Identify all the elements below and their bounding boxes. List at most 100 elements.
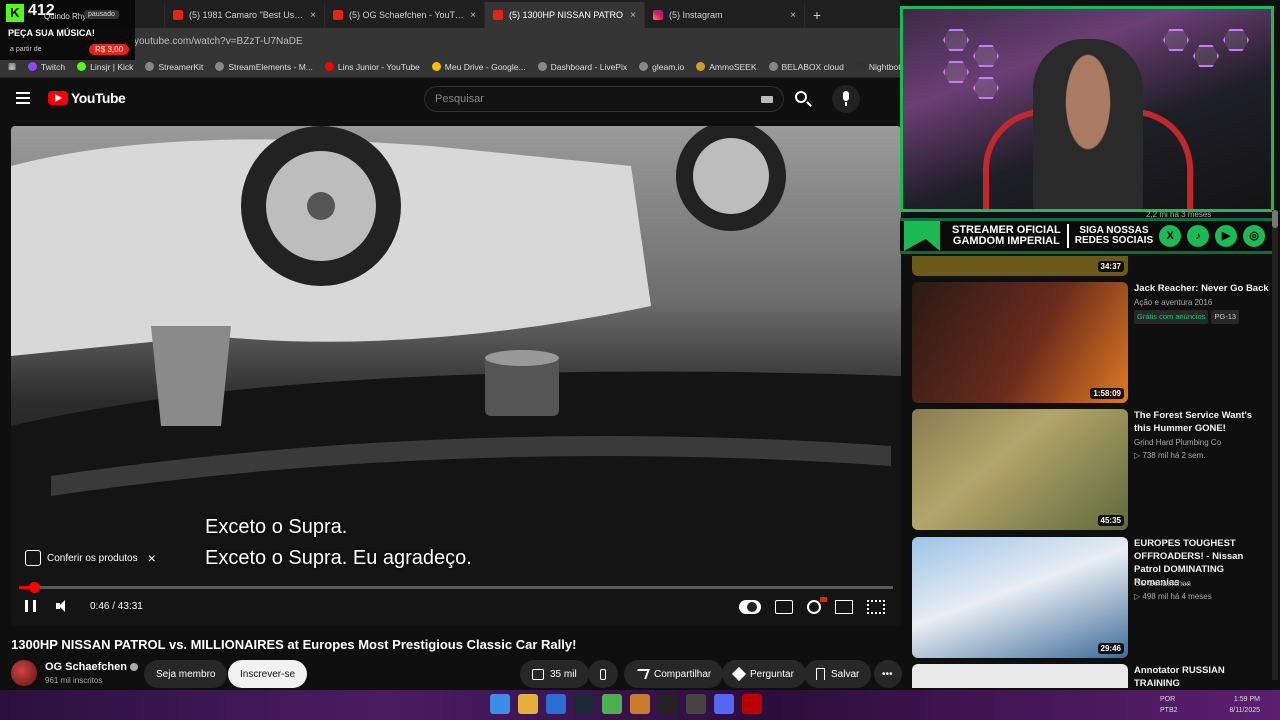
bookmark-streamelements[interactable]: StreamElements - M...: [215, 62, 313, 72]
terminal-icon[interactable]: [658, 694, 678, 714]
voice-search-button[interactable]: [832, 85, 860, 113]
obs-icon[interactable]: [686, 694, 706, 714]
hex-light: [1193, 45, 1219, 67]
new-tab-button[interactable]: +: [805, 2, 829, 28]
bookmark-belabox[interactable]: BELABOX cloud: [768, 62, 844, 72]
scrollbar[interactable]: [1272, 210, 1278, 680]
youtube-social-icon: ▶: [1215, 225, 1238, 247]
dislike-button[interactable]: [588, 660, 618, 688]
channel-name[interactable]: OG Schaefchen: [45, 661, 138, 673]
save-button[interactable]: Salvar: [804, 660, 872, 688]
tab-camaro[interactable]: (5) 1981 Camaro "Best Used Fo ×: [165, 2, 325, 28]
steam-icon[interactable]: [574, 694, 594, 714]
video-card-channel[interactable]: Grind Hard Plumbing Co: [1134, 437, 1270, 449]
video-card-title[interactable]: Jack Reacher: Never Go Back: [1134, 282, 1270, 295]
autoplay-toggle-icon[interactable]: [739, 600, 761, 614]
keyboard-icon[interactable]: [761, 96, 773, 103]
fullscreen-icon[interactable]: [867, 600, 885, 614]
bookmark-gleam[interactable]: gleam.io: [639, 62, 684, 72]
edge-icon[interactable]: [546, 694, 566, 714]
video-thumbnail[interactable]: 45:35: [912, 409, 1128, 530]
video-thumbnail[interactable]: 1:58:09: [912, 282, 1128, 403]
subtitles: Exceto o Supra. Exceto o Supra. Eu agrad…: [205, 512, 472, 574]
price-prefix: a partir de: [10, 46, 42, 53]
tab-nissan-patrol[interactable]: (5) 1300HP NISSAN PATRO ×: [485, 2, 645, 28]
share-icon: [634, 669, 650, 679]
file-explorer-icon[interactable]: [518, 694, 538, 714]
share-button[interactable]: Compartilhar: [624, 660, 724, 688]
volume-icon[interactable]: [56, 600, 70, 612]
windows-taskbar: POR PTB2 1:59 PM 8/11/2025: [0, 690, 1280, 720]
video-card-title[interactable]: Annotator RUSSIAN TRAINING: [1134, 664, 1270, 690]
bookmark-livepix[interactable]: Dashboard - LivePix: [537, 62, 627, 72]
join-button[interactable]: Seja membro: [144, 660, 228, 688]
bookmark-twitch[interactable]: Twitch: [28, 62, 65, 72]
captions-icon[interactable]: [775, 600, 793, 614]
settings-gear-icon[interactable]: [807, 597, 827, 614]
bookmark-kick[interactable]: Linsjr | Kick: [77, 62, 133, 72]
hamburger-menu-icon[interactable]: [16, 92, 30, 104]
tab-close-icon[interactable]: ×: [790, 10, 796, 21]
hex-light: [1163, 29, 1189, 51]
recommended-video[interactable]: 45:35 The Forest Service Want's this Hum…: [912, 409, 1272, 530]
youtube-logo[interactable]: YouTube: [48, 90, 126, 106]
video-thumbnail[interactable]: 34:37: [912, 256, 1128, 276]
thumbs-down-icon: [600, 668, 606, 680]
search-box[interactable]: [424, 86, 784, 112]
chrome-icon[interactable]: [602, 694, 622, 714]
gleam-icon: [639, 62, 649, 71]
close-icon[interactable]: ×: [148, 550, 156, 566]
video-player[interactable]: Exceto o Supra. Exceto o Supra. Eu agrad…: [11, 126, 901, 626]
search-button[interactable]: [784, 86, 820, 112]
screen: (5) 1981 Camaro "Best Used Fo × (5) OG S…: [0, 0, 1280, 720]
tab-close-icon[interactable]: ×: [470, 10, 476, 21]
tab-close-icon[interactable]: ×: [310, 10, 316, 21]
tab-title: (5) Instagram: [669, 10, 723, 20]
ask-button[interactable]: Perguntar: [722, 660, 806, 688]
products-chip[interactable]: Conferir os produtos ×: [25, 550, 156, 566]
video-thumbnail[interactable]: [912, 664, 1128, 688]
sparkle-icon: [731, 666, 747, 682]
tab-instagram[interactable]: (5) Instagram ×: [645, 2, 805, 28]
like-count: 35 mil: [550, 668, 577, 680]
bookmark-ammoseek[interactable]: AmmoSEEK: [696, 62, 757, 72]
tab-close-icon[interactable]: ×: [630, 10, 636, 21]
duration-badge: 29:46: [1097, 643, 1124, 654]
ask-label: Perguntar: [750, 668, 794, 680]
channel-avatar[interactable]: [11, 660, 37, 686]
bookmark-nightbot[interactable]: Nightbot - Comm: [855, 62, 900, 72]
discord-icon[interactable]: [714, 694, 734, 714]
miniplayer-icon[interactable]: [835, 600, 853, 614]
windows-start-icon[interactable]: [490, 694, 510, 714]
progress-bar[interactable]: [19, 582, 893, 593]
belabox-icon: [768, 62, 778, 71]
system-clock[interactable]: 1:59 PM 8/11/2025: [1229, 694, 1260, 716]
video-card-channel[interactable]: OG Schaefchen: [1134, 578, 1270, 590]
app-icon[interactable]: [742, 694, 762, 714]
twitch-icon: [28, 62, 38, 71]
scrollbar-thumb[interactable]: [1272, 210, 1278, 228]
recommended-video[interactable]: 29:46 EUROPES TOUGHEST OFFROADERS! - Nis…: [912, 537, 1272, 658]
bookmark-streamerkit[interactable]: StreamerKit: [145, 62, 203, 72]
language-indicator[interactable]: POR PTB2: [1160, 694, 1178, 716]
partial-video-card[interactable]: 34:37: [912, 256, 1272, 276]
recommended-video[interactable]: Annotator RUSSIAN TRAINING: [912, 664, 1272, 690]
video-card-title[interactable]: The Forest Service Want's this Hummer GO…: [1134, 409, 1270, 435]
hex-light: [973, 45, 999, 67]
apps-grid-icon[interactable]: ▦: [8, 61, 16, 72]
recommended-video[interactable]: 1:58:09 Jack Reacher: Never Go Back Ação…: [912, 282, 1272, 403]
products-label: Conferir os produtos: [47, 552, 138, 564]
url-text[interactable]: youtube.com/watch?v=BZzT-U7NaDE: [134, 36, 303, 47]
song-request-overlay: K 412 Quindo Rhyno pausado PEÇA SUA MÚSI…: [0, 0, 135, 60]
bookmark-drive[interactable]: Meu Drive - Google...: [431, 62, 526, 72]
video-thumbnail[interactable]: 29:46: [912, 537, 1128, 658]
subscribe-button[interactable]: Inscrever-se: [228, 660, 308, 688]
search-input[interactable]: [435, 93, 735, 105]
app-icon[interactable]: [630, 694, 650, 714]
pause-icon[interactable]: [25, 600, 36, 612]
more-actions-button[interactable]: •••: [874, 660, 902, 688]
bookmark-youtube[interactable]: Lins Junior - YouTube: [324, 62, 420, 72]
address-bar[interactable]: youtube.com/watch?v=BZzT-U7NaDE: [0, 28, 900, 56]
tab-og-schaefchen[interactable]: (5) OG Schaefchen - YouTube ×: [325, 2, 485, 28]
like-button[interactable]: 35 mil: [520, 660, 589, 688]
